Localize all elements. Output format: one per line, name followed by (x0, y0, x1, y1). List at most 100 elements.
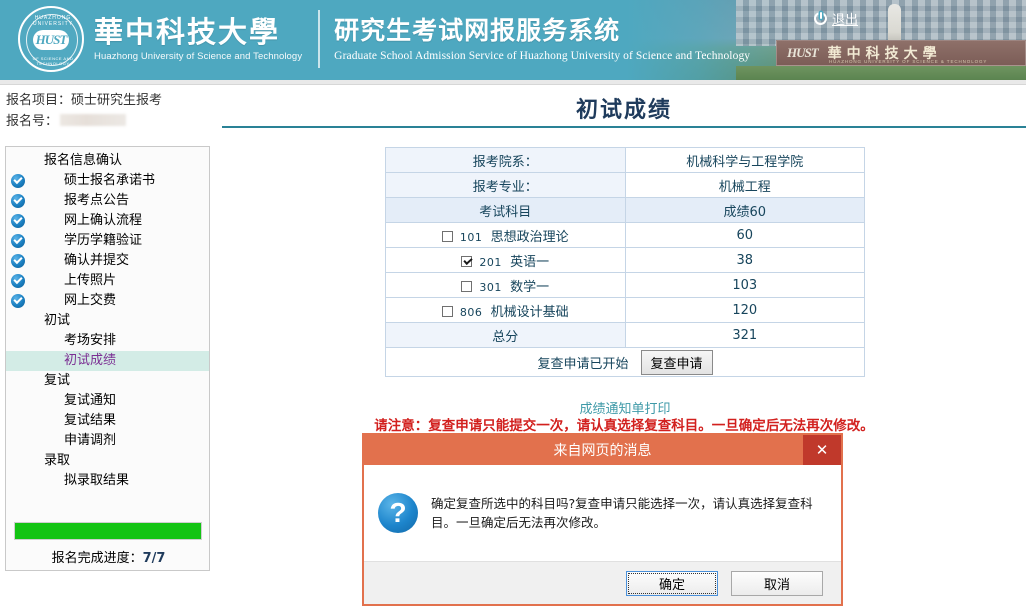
cell-value: 103 (624, 272, 866, 298)
logout-button[interactable]: 退出 (813, 9, 858, 28)
check-circle-icon (11, 274, 25, 288)
site-header: HUST 華中科技大學 HUAZHONG UNIVERSITY OF SCIEN… (0, 0, 1026, 80)
dialog-titlebar: 来自网页的消息 ✕ (364, 435, 841, 465)
subject-cell[interactable]: 301 数学一 (385, 272, 626, 298)
campus-sign-logo: HUST (787, 45, 819, 60)
check-circle-icon (11, 174, 25, 188)
dialog-cancel-button[interactable]: 取消 (731, 570, 823, 596)
sidebar-item-label: 报名信息确认 (44, 153, 123, 168)
cell-value: 成绩60 (624, 197, 866, 223)
cell-value: 321 (624, 322, 866, 348)
sidebar-item-7[interactable]: 网上交费 (6, 291, 209, 311)
sidebar-item-label: 复试 (44, 373, 71, 388)
sidebar-item-3[interactable]: 网上确认流程 (6, 211, 209, 231)
subject-row: 806 机械设计基础 120 (385, 297, 866, 323)
sidebar-item-9[interactable]: 考场安排 (6, 331, 209, 351)
sidebar-item-6[interactable]: 上传照片 (6, 271, 209, 291)
subject-name: 数学一 (510, 279, 550, 295)
sidebar-item-10[interactable]: 初试成绩 (6, 351, 209, 371)
sidebar-item-label: 申请调剂 (64, 433, 117, 448)
university-name-block: 華中科技大學 Huazhong University of Science an… (94, 14, 302, 64)
subject-cell[interactable]: 201 英语一 (385, 247, 626, 273)
info-row: 报考专业： 机械工程 (385, 172, 866, 198)
subject-checkbox[interactable] (441, 230, 453, 242)
sidebar-item-14[interactable]: 申请调剂 (6, 431, 209, 451)
subject-name: 思想政治理论 (490, 229, 569, 245)
recheck-apply-button[interactable]: 复查申请 (640, 349, 713, 375)
sidebar-nav: 报名信息确认硕士报名承诺书报考点公告网上确认流程学历学籍验证 确认并提交 上传照片网… (5, 146, 210, 571)
sidebar-item-1[interactable]: 硕士报名承诺书 (6, 171, 209, 191)
progress-value: 7/7 (142, 551, 166, 566)
regno-value-redacted (60, 114, 127, 126)
page-title-rule (222, 126, 1026, 128)
subject-name: 机械设计基础 (490, 304, 569, 320)
check-circle-icon (11, 234, 25, 248)
subject-checkbox[interactable] (441, 305, 453, 317)
sidebar-item-label: 考场安排 (64, 333, 117, 348)
project-label: 报名项目： (6, 93, 72, 108)
dialog-message: 确定复查所选中的科目吗?复查申请只能选择一次，请认真选择复查科目。一旦确定后无法… (431, 496, 813, 530)
sidebar-item-8[interactable]: 初试 (6, 311, 209, 331)
system-name-cn: 研究生考试网报服务系统 (334, 16, 621, 45)
sidebar-item-4[interactable]: 学历学籍验证 (6, 231, 209, 251)
sidebar-item-12[interactable]: 复试通知 (6, 391, 209, 411)
project-value: 硕士研究生报考 (71, 93, 163, 108)
subject-code: 201 (479, 255, 502, 269)
subject-row: 101 思想政治理论 60 (385, 222, 866, 248)
cell-value: 机械科学与工程学院 (624, 147, 866, 173)
subject-name: 英语一 (510, 254, 550, 270)
sidebar-item-2[interactable]: 报考点公告 (6, 191, 209, 211)
subject-cell[interactable]: 806 机械设计基础 (385, 297, 626, 323)
registration-progress-bar (14, 522, 202, 540)
sidebar-item-5[interactable]: 确认并提交 (6, 251, 209, 271)
sidebar-item-16[interactable]: 拟录取结果 (6, 471, 209, 491)
progress-label-text: 报名完成进度： (51, 551, 143, 566)
regno-line: 报名号： (6, 111, 162, 132)
sidebar-item-label: 拟录取结果 (64, 473, 130, 488)
info-row: 报考院系： 机械科学与工程学院 (385, 147, 866, 173)
subject-cell[interactable]: 101 思想政治理论 (385, 222, 626, 248)
cell-value: 38 (624, 247, 866, 273)
subject-code: 301 (479, 280, 502, 294)
subject-row: 201 英语一 38 (385, 247, 866, 273)
header-divider (318, 10, 321, 68)
seal-top-text: HUAZHONG UNIVERSITY (32, 15, 73, 27)
system-name-en: Graduate School Admission Service of Hua… (334, 50, 751, 62)
sidebar-item-label: 硕士报名承诺书 (64, 173, 156, 188)
cell-label: 报考院系： (385, 147, 626, 173)
close-icon[interactable]: ✕ (803, 435, 841, 465)
recheck-apply-row: 复查申请已开始 复查申请 (385, 347, 865, 377)
sidebar-item-11[interactable]: 复试 (6, 371, 209, 391)
subject-row: 301 数学一 103 (385, 272, 866, 298)
seal-bottom-text: OF SCIENCE AND TECHNOLOGY (32, 56, 74, 66)
recheck-warning-text: 请注意：复查申请只能提交一次，请认真选择复查科目。一旦确定后无法再次修改。 (374, 418, 874, 434)
question-mark-icon: ? (378, 493, 418, 533)
sidebar-menu: 报名信息确认硕士报名承诺书报考点公告网上确认流程学历学籍验证 确认并提交 上传照片网… (6, 147, 209, 491)
sidebar-item-15[interactable]: 录取 (6, 451, 209, 471)
sidebar-item-label: 复试通知 (64, 393, 117, 408)
check-circle-icon (11, 294, 25, 308)
campus-lawn (736, 66, 1026, 80)
dialog-body: ? 确定复查所选中的科目吗?复查申请只能选择一次，请认真选择复查科目。一旦确定后… (364, 465, 841, 562)
cell-label: 考试科目 (385, 197, 626, 223)
dialog-title: 来自网页的消息 (553, 443, 652, 459)
campus-sign-name-en: HUAZHONG UNIVERSITY OF SCIENCE & TECHNOL… (829, 59, 988, 64)
recheck-status-text: 复查申请已开始 (537, 356, 629, 372)
cell-label: 总分 (385, 322, 626, 348)
recheck-apply-inner: 复查申请已开始 复查申请 (390, 349, 860, 375)
subject-checkbox[interactable] (461, 280, 473, 292)
regno-label: 报名号： (6, 114, 59, 129)
score-table-header-row: 考试科目 成绩60 (385, 197, 866, 223)
sidebar-item-0[interactable]: 报名信息确认 (6, 151, 209, 171)
total-row: 总分 321 (385, 322, 866, 348)
dialog-footer: 确定 取消 (364, 562, 841, 604)
sidebar-item-label: 网上确认流程 (64, 213, 143, 228)
subject-code: 101 (459, 230, 483, 244)
score-table-body: 报考院系： 机械科学与工程学院 报考专业： 机械工程 考试科目 成绩60 101 思想政治理… (385, 147, 866, 377)
subject-checkbox[interactable] (461, 255, 473, 267)
project-line: 报名项目：硕士研究生报考 (6, 90, 162, 111)
dialog-confirm-button[interactable]: 确定 (626, 570, 718, 596)
progress-bar-fill (15, 523, 201, 539)
campus-statue (888, 4, 901, 44)
sidebar-item-13[interactable]: 复试结果 (6, 411, 209, 431)
